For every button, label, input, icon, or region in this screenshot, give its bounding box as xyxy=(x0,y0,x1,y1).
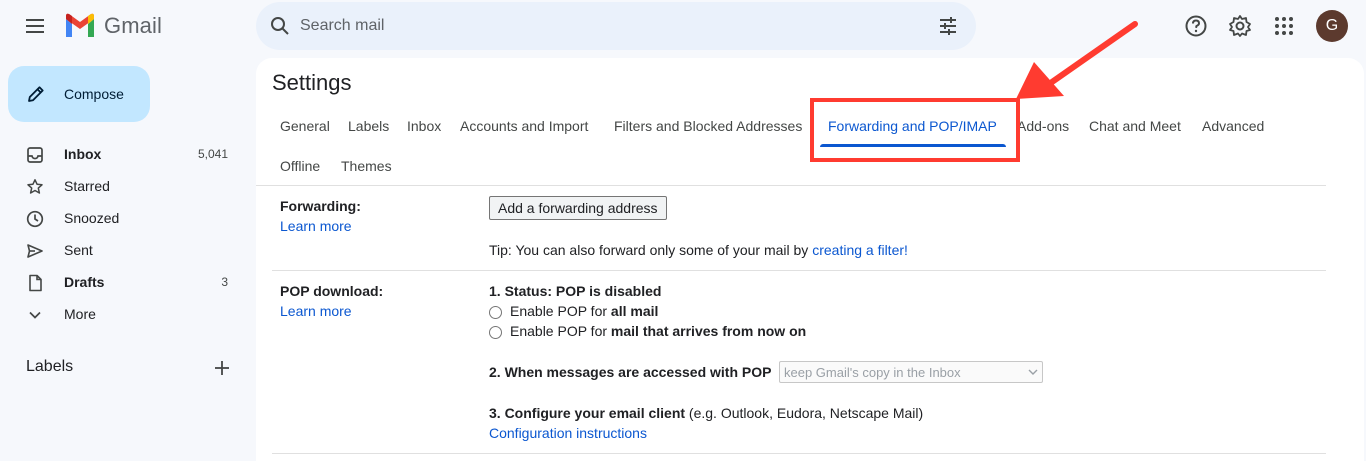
tabs-divider xyxy=(256,185,1326,186)
draft-count: 3 xyxy=(221,275,228,289)
highlight-box xyxy=(810,98,1020,162)
sidebar-item-label: More xyxy=(64,306,96,322)
clock-icon xyxy=(26,210,44,228)
compose-label: Compose xyxy=(64,86,124,102)
tab-inbox[interactable]: Inbox xyxy=(407,118,441,134)
enable-pop-from-now-label[interactable]: Enable POP for mail that arrives from no… xyxy=(510,323,806,339)
pop-action-select[interactable]: keep Gmail's copy in the Inbox xyxy=(779,361,1043,383)
account-avatar[interactable]: G xyxy=(1316,10,1348,42)
sidebar-item-label: Inbox xyxy=(64,146,102,162)
enable-pop-all-mail-radio[interactable] xyxy=(489,306,502,319)
star-icon xyxy=(27,179,43,194)
configuration-instructions-link[interactable]: Configuration instructions xyxy=(489,425,647,441)
option-text: Enable POP for xyxy=(510,323,611,339)
chevron-down-icon xyxy=(1028,369,1038,375)
enable-pop-all-mail-label[interactable]: Enable POP for all mail xyxy=(510,303,658,319)
sidebar-item-label: Drafts xyxy=(64,274,105,290)
option-text: Enable POP for xyxy=(510,303,611,319)
creating-a-filter-link[interactable]: creating a filter! xyxy=(812,242,908,258)
enable-pop-from-now-radio[interactable] xyxy=(489,326,502,339)
tab-labels[interactable]: Labels xyxy=(348,118,389,134)
tip-text: Tip: You can also forward only some of y… xyxy=(489,242,813,258)
chevron-down-icon xyxy=(29,311,41,319)
sidebar-item-inbox[interactable]: Inbox 5,041 xyxy=(0,138,246,170)
main-menu-button[interactable] xyxy=(24,15,48,37)
labels-heading: Labels xyxy=(26,358,74,375)
search-bar[interactable] xyxy=(256,2,976,50)
section-divider xyxy=(272,453,1326,454)
app-name: Gmail xyxy=(104,13,162,38)
pop-action-selected-value: keep Gmail's copy in the Inbox xyxy=(784,364,961,380)
send-icon xyxy=(27,244,43,258)
gear-icon[interactable] xyxy=(1228,14,1252,38)
sidebar-item-sent[interactable]: Sent xyxy=(0,234,246,266)
section-divider xyxy=(272,270,1326,271)
plus-icon[interactable] xyxy=(212,358,232,378)
tab-filters-and-blocked-addresses[interactable]: Filters and Blocked Addresses xyxy=(614,118,802,134)
sidebar-item-more[interactable]: More xyxy=(0,298,246,330)
hamburger-icon xyxy=(26,19,44,33)
tab-advanced[interactable]: Advanced xyxy=(1202,118,1264,134)
tab-general[interactable]: General xyxy=(280,118,330,134)
sidebar-item-snoozed[interactable]: Snoozed xyxy=(0,202,246,234)
add-forwarding-address-button[interactable]: Add a forwarding address xyxy=(489,196,667,220)
gmail-logo-icon xyxy=(66,13,94,37)
pencil-icon xyxy=(28,86,44,102)
tab-accounts-and-import[interactable]: Accounts and Import xyxy=(460,118,588,134)
sidebar-item-starred[interactable]: Starred xyxy=(0,170,246,202)
configure-rest-text: (e.g. Outlook, Eudora, Netscape Mail) xyxy=(685,405,924,421)
when-accessed-label: 2. When messages are accessed with POP xyxy=(489,364,772,380)
tab-chat-and-meet[interactable]: Chat and Meet xyxy=(1089,118,1181,134)
search-options-icon[interactable] xyxy=(938,16,958,36)
inbox-icon xyxy=(27,147,43,163)
pop-status: 1. Status: POP is disabled xyxy=(489,283,662,299)
sidebar-item-drafts[interactable]: Drafts 3 xyxy=(0,266,246,298)
forwarding-tip: Tip: You can also forward only some of y… xyxy=(489,242,908,258)
pop-learn-more-link[interactable]: Learn more xyxy=(280,303,352,319)
page-title: Settings xyxy=(272,70,352,95)
sidebar-item-label: Starred xyxy=(64,178,110,194)
tab-offline[interactable]: Offline xyxy=(280,158,320,174)
search-icon[interactable] xyxy=(270,16,290,36)
configure-client-text: 3. Configure your email client (e.g. Out… xyxy=(489,405,923,421)
tab-add-ons[interactable]: Add-ons xyxy=(1017,118,1069,134)
gmail-logo[interactable]: Gmail xyxy=(64,12,162,40)
option-bold-text: mail that arrives from now on xyxy=(610,323,807,339)
draft-icon xyxy=(29,274,42,292)
forwarding-learn-more-link[interactable]: Learn more xyxy=(280,218,352,234)
sidebar-item-label: Snoozed xyxy=(64,210,120,226)
compose-button[interactable]: Compose xyxy=(8,66,150,122)
forwarding-label: Forwarding: xyxy=(280,198,361,214)
tab-themes[interactable]: Themes xyxy=(341,158,392,174)
unread-count: 5,041 xyxy=(197,147,228,161)
configure-bold-text: 3. Configure your email client xyxy=(489,405,686,421)
sidebar-item-label: Sent xyxy=(64,242,93,258)
search-input[interactable] xyxy=(300,12,900,40)
apps-grid-icon[interactable] xyxy=(1272,14,1296,38)
option-bold-text: all mail xyxy=(610,303,659,319)
help-icon[interactable] xyxy=(1184,14,1208,38)
pop-download-label: POP download: xyxy=(280,283,384,299)
